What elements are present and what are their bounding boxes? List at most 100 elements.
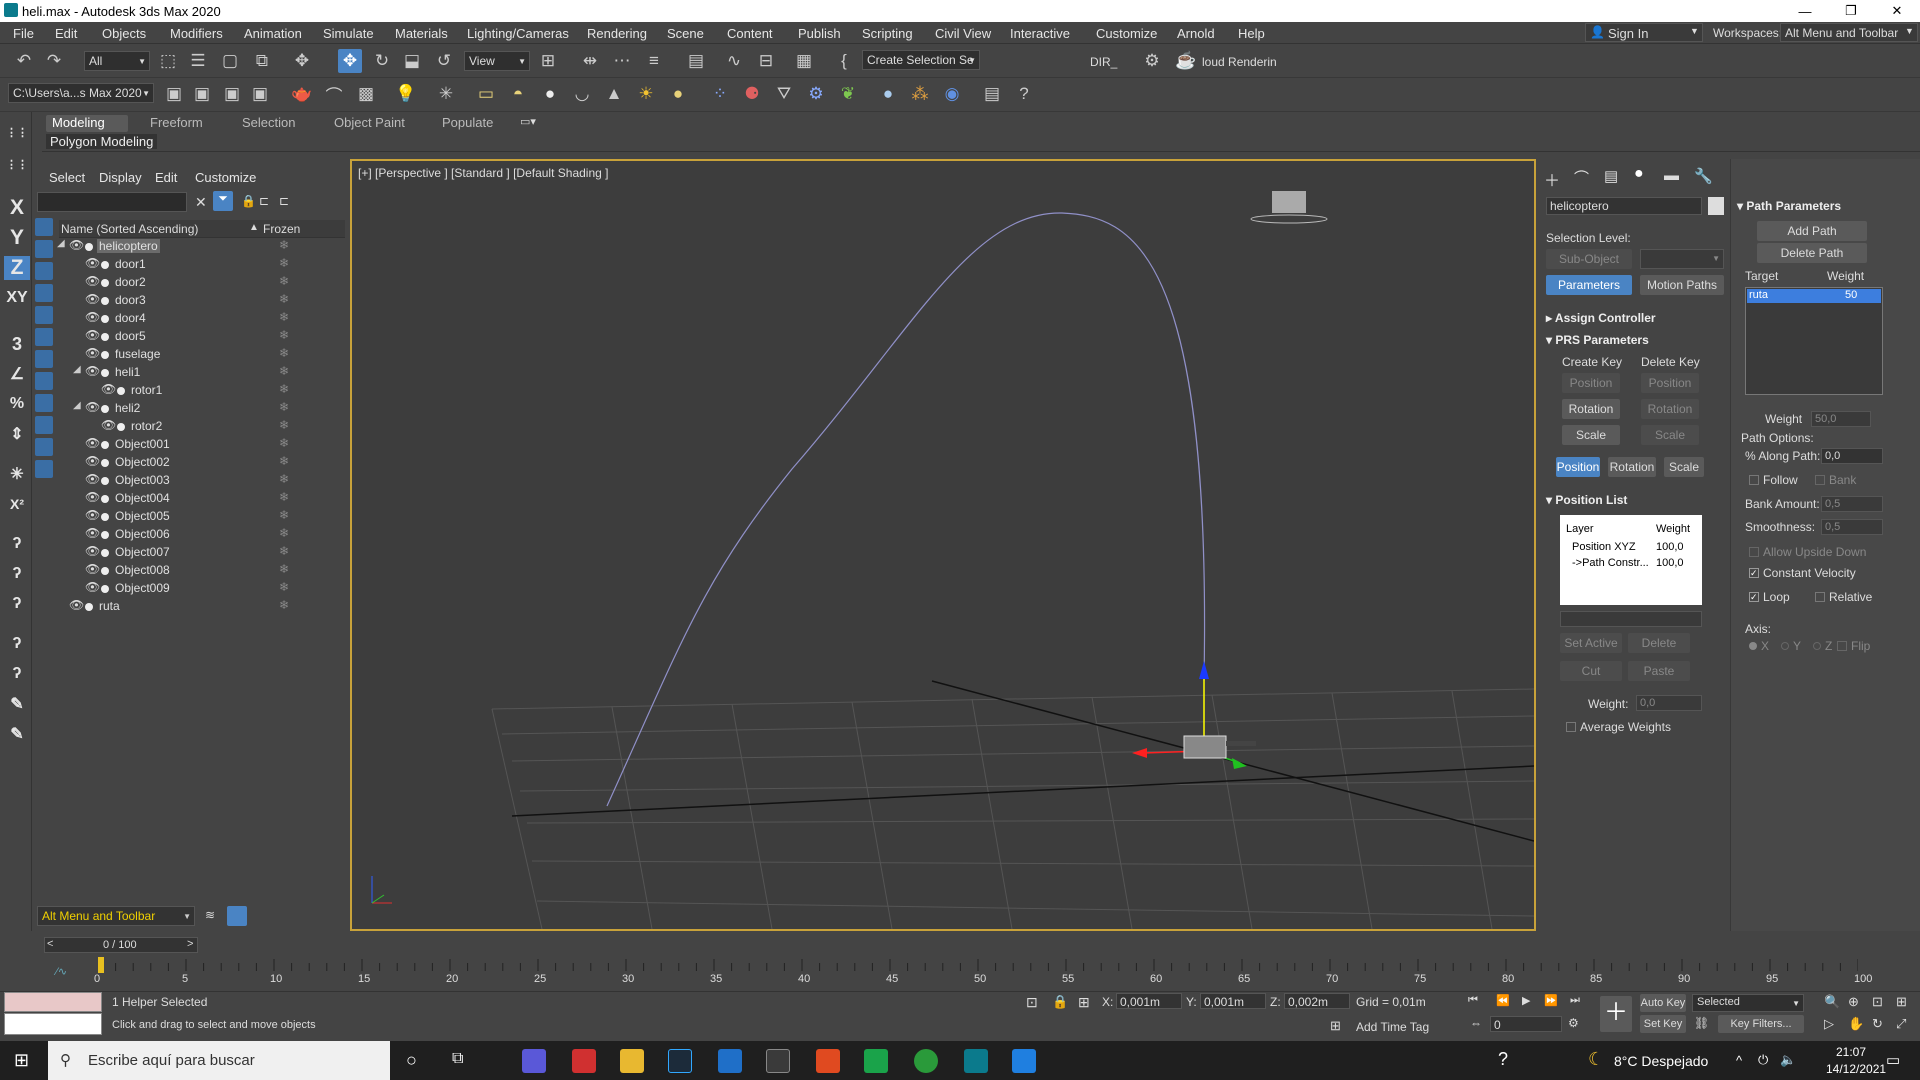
motion-tab-icon[interactable]: ●	[1634, 165, 1644, 183]
orbit-icon[interactable]: ↻	[1872, 1016, 1883, 1032]
axis-x-radio[interactable]	[1749, 642, 1757, 650]
layers-icon[interactable]: ▤	[684, 49, 708, 73]
frozen-icon[interactable]: ❄	[279, 346, 289, 360]
motion-paths-button[interactable]: Motion Paths	[1640, 275, 1724, 295]
drag-handle-icon[interactable]: ⋮⋮	[4, 152, 30, 176]
tab-object-paint[interactable]: Object Paint	[328, 115, 411, 132]
visibility-eye-icon[interactable]: 👁	[85, 472, 100, 486]
tab-populate[interactable]: Populate	[436, 115, 499, 132]
filter-frozen-icon[interactable]	[35, 438, 53, 456]
app-blue-icon[interactable]	[1012, 1049, 1036, 1073]
scene-row[interactable]: 👁 door5 ❄	[59, 328, 345, 346]
visibility-eye-icon[interactable]: 👁	[101, 382, 116, 396]
clock-time[interactable]: 21:07	[1836, 1045, 1866, 1059]
visibility-eye-icon[interactable]: 👁	[85, 364, 100, 378]
rotate-icon[interactable]: ↻	[370, 49, 394, 73]
relative-checkbox[interactable]	[1815, 592, 1825, 602]
allow-upside-down-checkbox[interactable]	[1749, 547, 1759, 557]
weight-spinner[interactable]: 50,0	[1811, 411, 1871, 427]
snap-3d-icon[interactable]: 3	[4, 332, 30, 356]
menu-customize[interactable]: Customize	[1096, 26, 1157, 41]
frozen-icon[interactable]: ❄	[279, 454, 289, 468]
lasso-icon[interactable]: ʔ	[4, 562, 30, 586]
office-icon[interactable]	[816, 1049, 840, 1073]
app-red-icon[interactable]	[572, 1049, 596, 1073]
zoom-extents-all-icon[interactable]: ⊞	[1896, 994, 1907, 1010]
flip-checkbox[interactable]	[1837, 641, 1847, 651]
box-icon[interactable]: ▭	[474, 82, 498, 106]
reference-coord-dropdown[interactable]: View ▼	[464, 51, 530, 71]
filter-hidden-icon[interactable]	[35, 460, 53, 478]
menu-help[interactable]: Help	[1238, 26, 1265, 41]
delete-button[interactable]: Delete	[1628, 633, 1690, 653]
lasso-icon[interactable]: ʔ	[4, 662, 30, 686]
sort-ascending-icon[interactable]: ▲	[249, 222, 259, 233]
sub-object-button[interactable]: Sub-Object	[1546, 249, 1632, 269]
scene-menu-edit[interactable]: Edit	[155, 170, 177, 185]
mini-curve-icon[interactable]: ⁄∿	[56, 965, 67, 978]
visibility-eye-icon[interactable]: 👁	[85, 454, 100, 468]
volume-icon[interactable]: 🔈	[1780, 1052, 1796, 1068]
network-icon[interactable]: ⏻	[1758, 1052, 1768, 1068]
cloud-render-label[interactable]: loud Renderin	[1202, 55, 1277, 69]
visibility-eye-icon[interactable]: 👁	[85, 292, 100, 306]
next-key-icon[interactable]: ⏩	[1544, 994, 1558, 1007]
y-coordinate-spinner[interactable]: 0,001m	[1200, 993, 1266, 1009]
scene-row[interactable]: ◢ 👁 heli1 ❄	[59, 364, 345, 382]
constraint-icon[interactable]: ⛛	[772, 82, 796, 106]
cortana-icon[interactable]: ○	[406, 1050, 417, 1071]
tab-selection[interactable]: Selection	[236, 115, 301, 132]
filter-groups-icon[interactable]	[35, 350, 53, 368]
frozen-icon[interactable]: ❄	[279, 274, 289, 288]
visibility-eye-icon[interactable]: 👁	[85, 580, 100, 594]
help-icon[interactable]: ?	[1498, 1049, 1508, 1070]
frozen-icon[interactable]: ❄	[279, 526, 289, 540]
visibility-eye-icon[interactable]: 👁	[85, 400, 100, 414]
project-icon[interactable]: ▣	[162, 82, 186, 106]
spline-icon[interactable]: ⌒	[322, 82, 346, 106]
lasso-icon[interactable]: ʔ	[4, 632, 30, 656]
menu-civil-view[interactable]: Civil View	[935, 26, 991, 41]
scene-row[interactable]: 👁 Object008 ❄	[59, 562, 345, 580]
modify-tab-icon[interactable]: ⌒	[1574, 167, 1589, 188]
fan-icon[interactable]: ✳	[434, 82, 458, 106]
create-tab-icon[interactable]: ＋	[1544, 167, 1560, 191]
placement-icon[interactable]: ↺	[432, 49, 456, 73]
absolute-mode-icon[interactable]: ⊞	[1078, 994, 1090, 1011]
set-key-big-button[interactable]: ＋	[1600, 996, 1632, 1032]
3dsmax-taskbar-icon[interactable]	[964, 1049, 988, 1073]
menu-materials[interactable]: Materials	[395, 26, 448, 41]
light-icon[interactable]: 💡	[394, 82, 418, 106]
hierarchy-icon[interactable]: ⊏	[259, 194, 269, 208]
select-object-icon[interactable]: ⬚	[156, 49, 180, 73]
scene-row[interactable]: 👁 Object009 ❄	[59, 580, 345, 598]
scene-row[interactable]: 👁 fuselage ❄	[59, 346, 345, 364]
create-rotation-key-button[interactable]: Rotation	[1562, 399, 1620, 419]
frozen-icon[interactable]: ❄	[279, 508, 289, 522]
tab-freeform[interactable]: Freeform	[144, 115, 209, 132]
expand-arrow-icon[interactable]: ◢	[57, 238, 65, 249]
visibility-eye-icon[interactable]: 👁	[85, 310, 100, 324]
rotation-tab-button[interactable]: Rotation	[1608, 457, 1656, 477]
scene-search-input[interactable]	[37, 192, 187, 212]
filter-geometry-icon[interactable]	[35, 218, 53, 236]
frozen-icon[interactable]: ❄	[279, 292, 289, 306]
visibility-eye-icon[interactable]: 👁	[85, 490, 100, 504]
object-color-swatch[interactable]	[1708, 197, 1724, 215]
discord-icon[interactable]	[522, 1049, 546, 1073]
selection-filter-dropdown[interactable]: All ▼	[84, 51, 150, 71]
visibility-eye-icon[interactable]: 👁	[69, 238, 84, 252]
column-name-header[interactable]: Name (Sorted Ascending)	[61, 222, 198, 236]
scene-row[interactable]: 👁 door1 ❄	[59, 256, 345, 274]
menu-lighting-cameras[interactable]: Lighting/Cameras	[467, 26, 569, 41]
particles-icon[interactable]: ⁘	[708, 82, 732, 106]
menu-simulate[interactable]: Simulate	[323, 26, 374, 41]
delete-rotation-key-button[interactable]: Rotation	[1641, 399, 1699, 419]
axis-y-button[interactable]: Y	[4, 226, 30, 250]
set-key-button[interactable]: Set Key	[1640, 1015, 1686, 1033]
percent-snap-icon[interactable]: %	[4, 392, 30, 416]
pl-weight-spinner[interactable]: 0,0	[1636, 695, 1702, 711]
axis-z-button[interactable]: Z	[4, 256, 30, 280]
helicopter-model[interactable]	[1183, 735, 1227, 759]
assign-controller-rollout[interactable]: ▸ Assign Controller	[1546, 311, 1656, 325]
